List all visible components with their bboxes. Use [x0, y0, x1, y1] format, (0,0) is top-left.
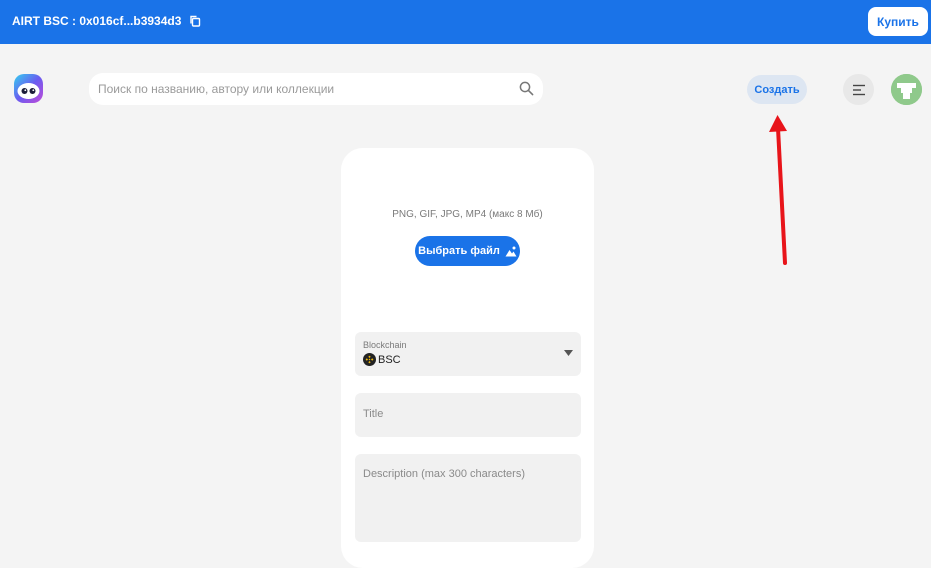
logo-icon[interactable] [14, 74, 43, 103]
bnb-icon [363, 353, 376, 366]
search-icon[interactable] [519, 81, 534, 96]
create-button[interactable]: Создать [747, 75, 807, 104]
choose-file-label: Выбрать файл [418, 245, 500, 257]
menu-button[interactable] [843, 74, 874, 105]
search-input[interactable] [98, 82, 498, 96]
search-bar [89, 73, 543, 105]
title-field [355, 393, 581, 437]
wallet-address[interactable]: AIRT BSC : 0x016cf...b3934d3 [12, 14, 201, 28]
file-formats-hint: PNG, GIF, JPG, MP4 (макс 8 Мб) [392, 209, 543, 220]
blockchain-label: Blockchain [363, 340, 407, 350]
top-bar: AIRT BSC : 0x016cf...b3934d3 Купить [0, 0, 931, 44]
blockchain-value-text: BSC [378, 353, 401, 366]
title-input[interactable] [363, 408, 573, 420]
avatar-pattern [891, 74, 922, 105]
copy-icon[interactable] [189, 15, 201, 27]
blockchain-value: BSC [363, 353, 401, 366]
image-icon [505, 246, 517, 256]
description-field [355, 454, 581, 542]
buy-button[interactable]: Купить [868, 7, 928, 36]
avatar[interactable] [891, 74, 922, 105]
arrow [769, 115, 787, 265]
menu-icon [852, 84, 865, 95]
blockchain-select[interactable]: Blockchain BSC [355, 332, 581, 376]
chevron-down-icon [564, 350, 573, 356]
choose-file-button[interactable]: Выбрать файл [415, 236, 520, 266]
description-input[interactable] [363, 468, 573, 532]
create-card: PNG, GIF, JPG, MP4 (макс 8 Мб) Выбрать ф… [341, 148, 594, 568]
wallet-label: AIRT BSC : 0x016cf...b3934d3 [12, 14, 182, 28]
